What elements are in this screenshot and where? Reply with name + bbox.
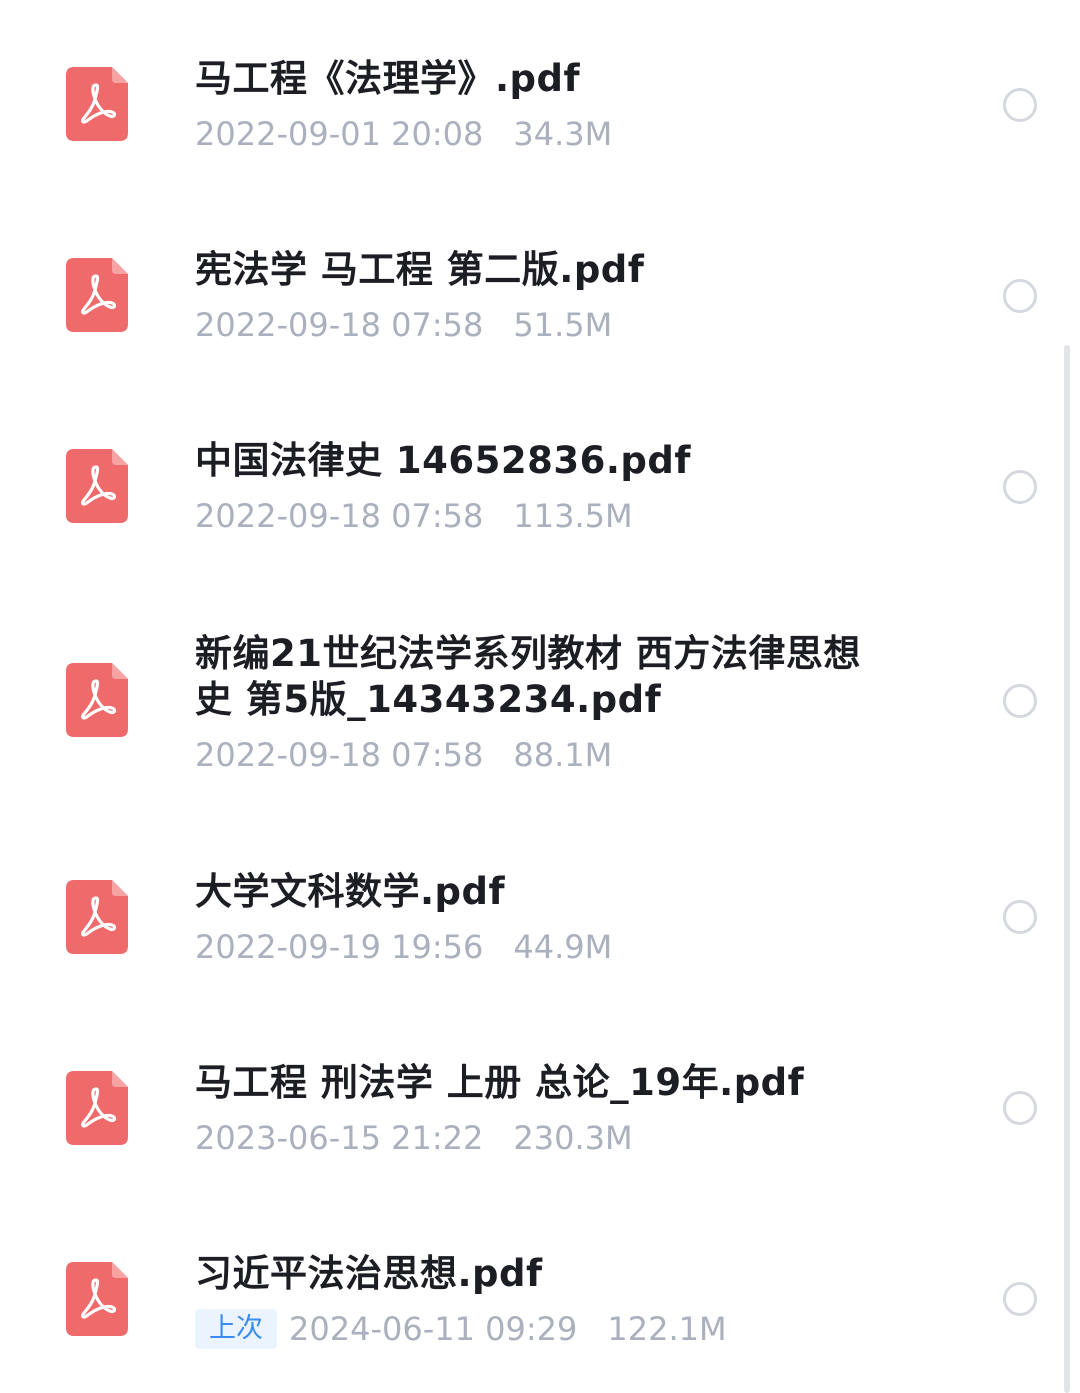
pdf-file-icon bbox=[66, 880, 128, 954]
file-date: 2023-06-15 21:22 bbox=[195, 1119, 484, 1157]
file-size: 113.5M bbox=[513, 497, 633, 535]
file-name: 新编21世纪法学系列教材 西方法律思想 史 第5版_14343234.pdf bbox=[195, 632, 861, 721]
list-item[interactable]: 马工程 刑法学 上册 总论_19年.pdf 2023-06-15 21:22 2… bbox=[0, 1020, 1060, 1210]
select-radio[interactable] bbox=[1003, 470, 1037, 504]
file-name: 宪法学 马工程 第二版.pdf bbox=[195, 248, 645, 291]
list-item[interactable]: 习近平法治思想.pdf 上次 2024-06-11 09:29 122.1M bbox=[0, 1210, 1060, 1393]
list-item[interactable]: 马工程《法理学》.pdf 2022-09-01 20:08 34.3M bbox=[0, 0, 1060, 200]
file-date: 2022-09-19 19:56 bbox=[195, 928, 484, 966]
file-size: 34.3M bbox=[513, 115, 613, 153]
pdf-file-icon bbox=[66, 67, 128, 141]
file-name: 习近平法治思想.pdf bbox=[195, 1252, 543, 1295]
pdf-file-icon bbox=[66, 1262, 128, 1336]
list-item[interactable]: 宪法学 马工程 第二版.pdf 2022-09-18 07:58 51.5M bbox=[0, 200, 1060, 390]
file-size: 88.1M bbox=[513, 736, 613, 774]
file-size: 44.9M bbox=[513, 928, 613, 966]
pdf-file-icon bbox=[66, 663, 128, 737]
list-item[interactable]: 中国法律史 14652836.pdf 2022-09-18 07:58 113.… bbox=[0, 390, 1060, 580]
last-opened-badge: 上次 bbox=[195, 1309, 277, 1349]
pdf-file-icon bbox=[66, 449, 128, 523]
select-radio[interactable] bbox=[1003, 900, 1037, 934]
file-date: 2022-09-18 07:58 bbox=[195, 497, 484, 535]
select-radio[interactable] bbox=[1003, 684, 1037, 718]
list-item[interactable]: 新编21世纪法学系列教材 西方法律思想 史 第5版_14343234.pdf 2… bbox=[0, 580, 1060, 830]
select-radio[interactable] bbox=[1003, 1091, 1037, 1125]
select-radio[interactable] bbox=[1003, 88, 1037, 122]
pdf-file-icon bbox=[66, 258, 128, 332]
scrollbar[interactable] bbox=[1064, 345, 1070, 1393]
list-item[interactable]: 大学文科数学.pdf 2022-09-19 19:56 44.9M bbox=[0, 830, 1060, 1020]
file-name: 中国法律史 14652836.pdf bbox=[195, 439, 691, 482]
file-size: 51.5M bbox=[513, 306, 613, 344]
file-date: 2022-09-01 20:08 bbox=[195, 115, 484, 153]
pdf-file-icon bbox=[66, 1071, 128, 1145]
file-name: 马工程《法理学》.pdf bbox=[195, 57, 581, 100]
file-size: 122.1M bbox=[607, 1310, 727, 1348]
select-radio[interactable] bbox=[1003, 1282, 1037, 1316]
file-size: 230.3M bbox=[513, 1119, 633, 1157]
file-date: 2022-09-18 07:58 bbox=[195, 306, 484, 344]
file-name: 大学文科数学.pdf bbox=[195, 870, 506, 913]
file-date: 2024-06-11 09:29 bbox=[289, 1310, 578, 1348]
file-date: 2022-09-18 07:58 bbox=[195, 736, 484, 774]
file-name: 马工程 刑法学 上册 总论_19年.pdf bbox=[195, 1061, 805, 1104]
select-radio[interactable] bbox=[1003, 279, 1037, 313]
